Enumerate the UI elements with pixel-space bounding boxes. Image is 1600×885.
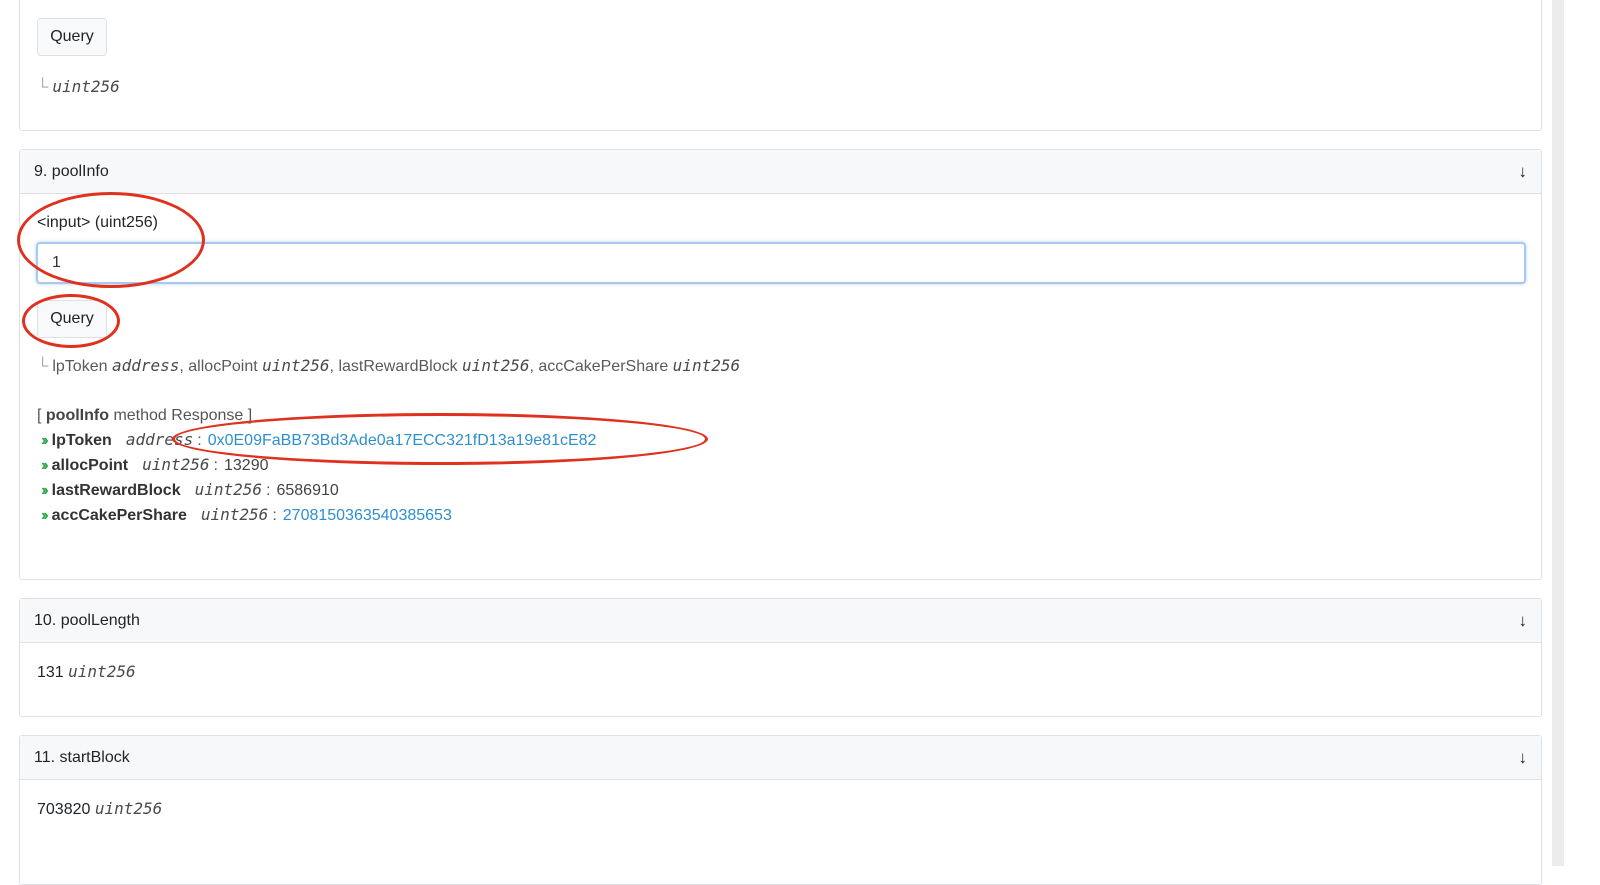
pool-length-header[interactable]: 10. poolLength ↓ <box>20 599 1541 643</box>
pool-length-result: 131 uint256 <box>37 662 136 682</box>
arrow-down-icon[interactable]: ↓ <box>1519 162 1528 182</box>
response-row: ›› accCakePerShare uint256: 270815036354… <box>37 503 596 528</box>
return-corner-icon: └ <box>37 358 49 375</box>
query-button-prev[interactable]: Query <box>37 18 107 56</box>
start-block-header[interactable]: 11. startBlock ↓ <box>20 736 1541 780</box>
double-chevron-right-icon: ›› <box>41 482 48 499</box>
response-field-value: 13290 <box>224 457 269 474</box>
ret-type: uint256 <box>262 356 330 375</box>
ret-name: lpToken <box>52 358 108 375</box>
return-type-prev: └ uint256 <box>37 77 120 97</box>
response-field-type: address <box>125 430 194 449</box>
arrow-down-icon[interactable]: ↓ <box>1519 748 1528 768</box>
response-title-open: [ <box>37 407 42 424</box>
ret-name: lastRewardBlock <box>338 358 458 375</box>
scrollbar[interactable] <box>1552 0 1564 866</box>
double-chevron-right-icon: ›› <box>41 432 48 449</box>
ret-name: allocPoint <box>188 358 258 375</box>
response-row: ›› lpToken address: 0x0E09FaBB73Bd3Ade0a… <box>37 428 596 453</box>
response-field-type: uint256 <box>200 505 269 524</box>
pool-length-value: 131 <box>37 664 64 681</box>
response-title: [ poolInfo method Response ] <box>37 404 596 428</box>
response-field-type: uint256 <box>142 455 210 474</box>
card-pool-length: 10. poolLength ↓ 131 uint256 <box>19 598 1542 717</box>
response-row: ›› allocPoint uint256: 13290 <box>37 453 596 478</box>
return-corner-icon: └ <box>37 79 49 96</box>
return-signature: └ lpToken address, allocPoint uint256, la… <box>37 356 741 375</box>
lp-token-address-link[interactable]: 0x0E09FaBB73Bd3Ade0a17ECC321fD13a19e81cE… <box>208 429 597 453</box>
response-field-value: 6586910 <box>276 482 339 499</box>
ret-type: uint256 <box>672 356 741 375</box>
response-title-rest: method Response ] <box>113 407 253 424</box>
response-field-name: allocPoint <box>51 457 129 474</box>
response-row: ›› lastRewardBlock uint256: 6586910 <box>37 478 596 503</box>
card-start-block: 11. startBlock ↓ 703820 uint256 <box>19 735 1542 885</box>
pool-length-title: 10. poolLength <box>34 611 140 629</box>
pool-info-header[interactable]: 9. poolInfo ↓ <box>20 150 1541 194</box>
response-field-type: uint256 <box>194 480 263 499</box>
acc-cake-per-share-link[interactable]: 2708150363540385653 <box>283 504 452 528</box>
pool-info-title: 9. poolInfo <box>34 162 109 180</box>
card-pool-info: 9. poolInfo ↓ <input> (uint256) Query └l… <box>19 149 1542 580</box>
response-method: poolInfo <box>45 407 109 424</box>
pid-input[interactable] <box>36 242 1526 284</box>
ret-type: uint256 <box>462 356 530 375</box>
response-field-name: lpToken <box>51 432 112 449</box>
input-label: <input> (uint256) <box>37 214 158 231</box>
card-prev-method: Query └ uint256 <box>19 0 1542 131</box>
arrow-down-icon[interactable]: ↓ <box>1519 611 1528 631</box>
start-block-value: 703820 <box>37 801 91 818</box>
return-type-text: uint256 <box>52 77 120 96</box>
ret-type: address <box>111 356 180 375</box>
query-button[interactable]: Query <box>37 300 107 338</box>
double-chevron-right-icon: ›› <box>41 457 48 474</box>
pool-length-type: uint256 <box>68 662 136 681</box>
method-response: [ poolInfo method Response ] ›› lpToken … <box>37 404 596 528</box>
start-block-title: 11. startBlock <box>34 748 130 766</box>
ret-name: accCakePerShare <box>538 358 669 375</box>
start-block-result: 703820 uint256 <box>37 799 162 819</box>
response-field-name: accCakePerShare <box>51 507 187 524</box>
start-block-type: uint256 <box>94 799 163 818</box>
double-chevron-right-icon: ›› <box>41 507 48 524</box>
response-field-name: lastRewardBlock <box>51 482 181 499</box>
